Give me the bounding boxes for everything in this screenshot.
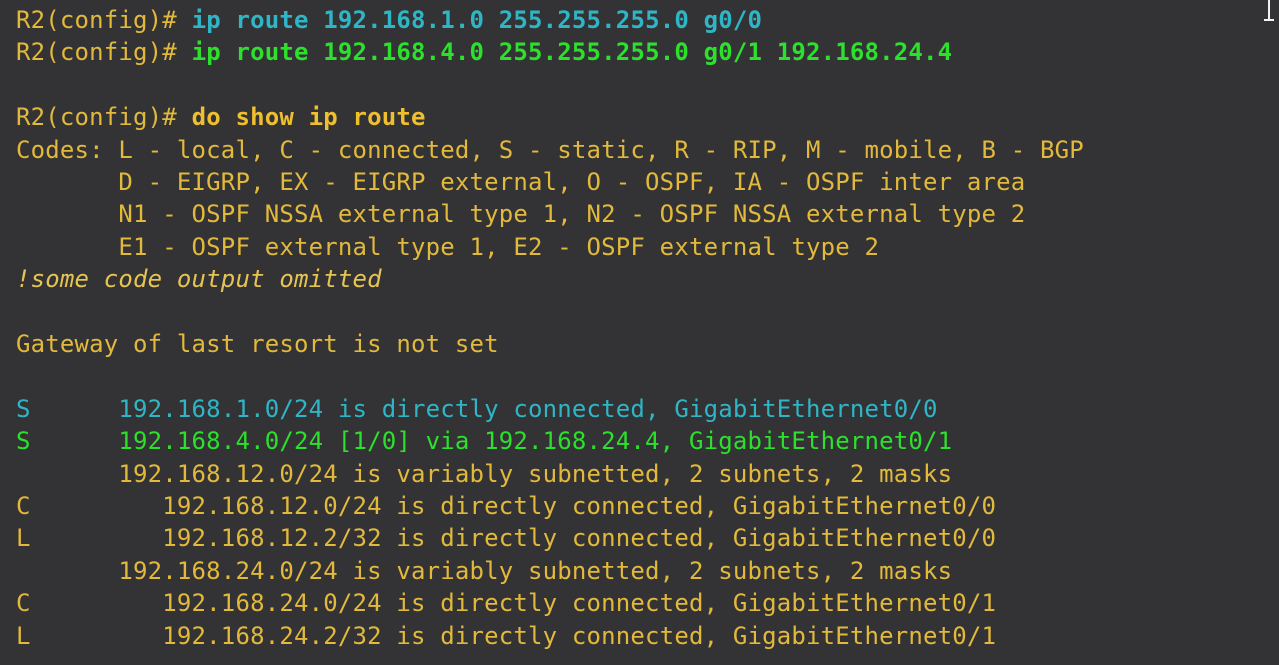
terminal-text: N1 - OSPF NSSA external type 1, N2 - OSP… (16, 200, 1026, 229)
terminal-text: L 192.168.12.2/32 is directly connected,… (16, 524, 997, 553)
terminal-window[interactable]: R2(config)# ip route 192.168.1.0 255.255… (0, 0, 1279, 665)
terminal-line: L 192.168.24.2/32 is directly connected,… (16, 620, 996, 652)
terminal-line: R2(config)# ip route 192.168.1.0 255.255… (16, 4, 762, 36)
terminal-line: C 192.168.12.0/24 is directly connected,… (16, 490, 996, 522)
terminal-text: ip route 192.168.1.0 255.255.255.0 g0/0 (191, 6, 763, 34)
terminal-line: !some code output omitted (16, 263, 382, 295)
terminal-line: S 192.168.4.0/24 [1/0] via 192.168.24.4,… (16, 425, 952, 457)
terminal-text: S 192.168.1.0/24 is directly connected, … (16, 394, 938, 423)
terminal-text: Codes: L - local, C - connected, S - sta… (16, 135, 1084, 164)
terminal-line: R2(config)# do show ip route (16, 101, 426, 133)
terminal-line: N1 - OSPF NSSA external type 1, N2 - OSP… (16, 198, 1025, 230)
text-cursor-icon (1261, 0, 1277, 22)
terminal-text: C 192.168.24.0/24 is directly connected,… (16, 589, 997, 618)
terminal-text: R2(config)# (16, 6, 192, 34)
terminal-text: !some code output omitted (16, 265, 382, 294)
terminal-line: S 192.168.1.0/24 is directly connected, … (16, 393, 938, 425)
terminal-text: S 192.168.4.0/24 [1/0] via 192.168.24.4,… (16, 427, 953, 456)
terminal-text: E1 - OSPF external type 1, E2 - OSPF ext… (16, 232, 880, 261)
terminal-text: C 192.168.12.0/24 is directly connected,… (16, 492, 997, 520)
terminal-text: D - EIGRP, EX - EIGRP external, O - OSPF… (16, 168, 1026, 196)
terminal-text: 192.168.24.0/24 is variably subnetted, 2… (16, 556, 953, 585)
terminal-text: ip route 192.168.4.0 255.255.255.0 g0/1 … (191, 38, 953, 67)
terminal-text: 192.168.12.0/24 is variably subnetted, 2… (16, 459, 953, 488)
terminal-text: do show ip route (191, 103, 426, 132)
terminal-line: C 192.168.24.0/24 is directly connected,… (16, 587, 996, 619)
terminal-line: Codes: L - local, C - connected, S - sta… (16, 134, 1084, 166)
terminal-line: D - EIGRP, EX - EIGRP external, O - OSPF… (16, 166, 1025, 198)
terminal-text: L 192.168.24.2/32 is directly connected,… (16, 621, 997, 650)
terminal-text: R2(config)# (16, 38, 192, 67)
terminal-line: 192.168.12.0/24 is variably subnetted, 2… (16, 458, 952, 490)
terminal-line: L 192.168.12.2/32 is directly connected,… (16, 522, 996, 554)
terminal-text: Gateway of last resort is not set (16, 330, 499, 358)
terminal-text: R2(config)# (16, 103, 192, 132)
terminal-line: E1 - OSPF external type 1, E2 - OSPF ext… (16, 231, 879, 263)
terminal-line: R2(config)# ip route 192.168.4.0 255.255… (16, 36, 952, 68)
terminal-line: 192.168.24.0/24 is variably subnetted, 2… (16, 555, 952, 587)
terminal-line: Gateway of last resort is not set (16, 328, 499, 360)
